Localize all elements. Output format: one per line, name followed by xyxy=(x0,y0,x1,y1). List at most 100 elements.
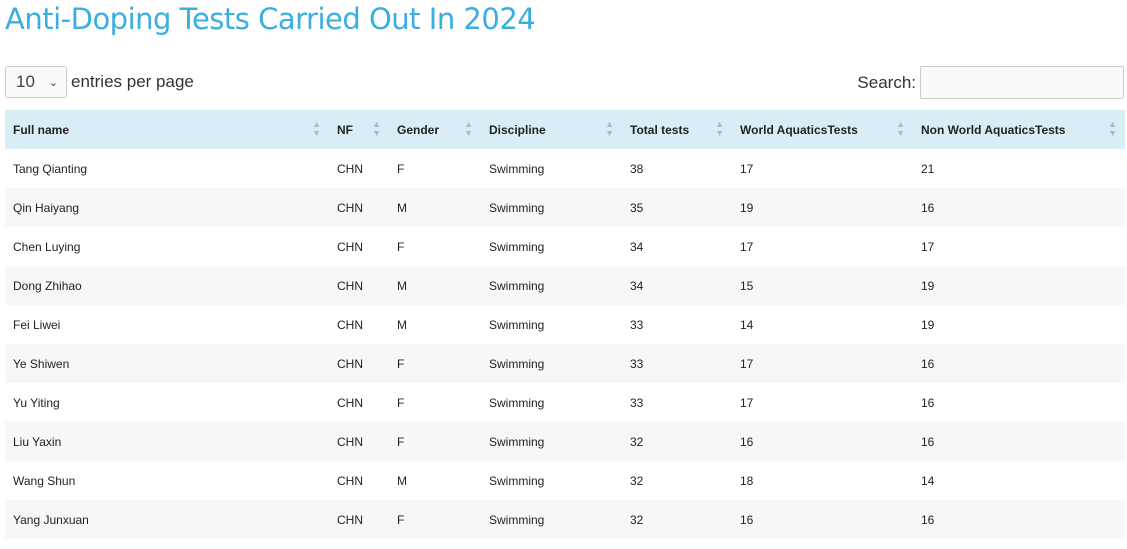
table-cell: CHN xyxy=(329,149,389,188)
sort-icon[interactable]: ▲ ▼ xyxy=(464,120,473,138)
entries-length-control: 10 ⌄ entries per page xyxy=(5,66,194,98)
table-cell: M xyxy=(389,266,481,305)
data-table: Full name ▲ ▼ NF ▲ ▼ Gender ▲ ▼ Discipline ▲ ▼ Total… xyxy=(5,110,1125,539)
table-cell: 32 xyxy=(622,422,732,461)
table-cell: 34 xyxy=(622,227,732,266)
column-header[interactable]: Full name ▲ ▼ xyxy=(5,110,329,149)
table-cell: Swimming xyxy=(481,149,622,188)
table-cell: 19 xyxy=(732,188,913,227)
table-cell: F xyxy=(389,500,481,539)
table-cell: 38 xyxy=(622,149,732,188)
table-cell: 18 xyxy=(732,461,913,500)
table-cell: Dong Zhihao xyxy=(5,266,329,305)
table-cell: Swimming xyxy=(481,422,622,461)
table-cell: 17 xyxy=(732,383,913,422)
sort-icon[interactable]: ▲ ▼ xyxy=(1108,120,1117,138)
table-cell: 16 xyxy=(732,422,913,461)
table-cell: CHN xyxy=(329,227,389,266)
table-cell: Swimming xyxy=(481,188,622,227)
table-cell: Swimming xyxy=(481,344,622,383)
table-row: Chen Luying CHN F Swimming 34 17 17 xyxy=(5,227,1125,266)
table-cell: F xyxy=(389,227,481,266)
table-cell: CHN xyxy=(329,344,389,383)
table-cell: 32 xyxy=(622,461,732,500)
table-cell: Swimming xyxy=(481,305,622,344)
table-cell: 16 xyxy=(913,383,1125,422)
column-header[interactable]: Gender ▲ ▼ xyxy=(389,110,481,149)
table-cell: Fei Liwei xyxy=(5,305,329,344)
table-cell: 32 xyxy=(622,500,732,539)
sort-icon[interactable]: ▲ ▼ xyxy=(896,120,905,138)
table-cell: 19 xyxy=(913,266,1125,305)
table-cell: F xyxy=(389,422,481,461)
table-cell: 16 xyxy=(913,500,1125,539)
table-cell: 33 xyxy=(622,344,732,383)
table-cell: 17 xyxy=(732,227,913,266)
table-cell: 33 xyxy=(622,383,732,422)
table-cell: Swimming xyxy=(481,461,622,500)
column-header[interactable]: Discipline ▲ ▼ xyxy=(481,110,622,149)
column-header[interactable]: Non World AquaticsTests ▲ ▼ xyxy=(913,110,1125,149)
search-control: Search: xyxy=(857,66,1124,99)
entries-label: entries per page xyxy=(71,72,194,91)
table-cell: CHN xyxy=(329,422,389,461)
table-cell: 16 xyxy=(913,188,1125,227)
column-header[interactable]: NF ▲ ▼ xyxy=(329,110,389,149)
table-cell: CHN xyxy=(329,266,389,305)
select-value: 10 xyxy=(16,72,35,91)
table-cell: 35 xyxy=(622,188,732,227)
table-cell: 17 xyxy=(732,149,913,188)
table-cell: CHN xyxy=(329,188,389,227)
column-header-label: NF xyxy=(337,122,353,137)
table-cell: Swimming xyxy=(481,383,622,422)
column-header[interactable]: World AquaticsTests ▲ ▼ xyxy=(732,110,913,149)
sort-icon[interactable]: ▲ ▼ xyxy=(312,120,321,138)
table-cell: M xyxy=(389,305,481,344)
column-header-label: World AquaticsTests xyxy=(740,122,858,137)
sort-icon[interactable]: ▲ ▼ xyxy=(715,120,724,138)
table-row: Ye Shiwen CHN F Swimming 33 17 16 xyxy=(5,344,1125,383)
table-cell: 17 xyxy=(913,227,1125,266)
table-cell: Swimming xyxy=(481,266,622,305)
table-cell: CHN xyxy=(329,461,389,500)
table-cell: Ye Shiwen xyxy=(5,344,329,383)
table-cell: 14 xyxy=(913,461,1125,500)
table-cell: 33 xyxy=(622,305,732,344)
table-cell: Tang Qianting xyxy=(5,149,329,188)
table-cell: Yang Junxuan xyxy=(5,500,329,539)
table-cell: Wang Shun xyxy=(5,461,329,500)
table-cell: 15 xyxy=(732,266,913,305)
table-cell: F xyxy=(389,383,481,422)
page-title: Anti-Doping Tests Carried Out In 2024 xyxy=(5,2,536,36)
table-cell: Chen Luying xyxy=(5,227,329,266)
table-row: Fei Liwei CHN M Swimming 33 14 19 xyxy=(5,305,1125,344)
table-cell: CHN xyxy=(329,305,389,344)
table-cell: 16 xyxy=(732,500,913,539)
table-row: Qin Haiyang CHN M Swimming 35 19 16 xyxy=(5,188,1125,227)
table-cell: F xyxy=(389,149,481,188)
column-header-label: Gender xyxy=(397,122,440,137)
table-cell: 34 xyxy=(622,266,732,305)
search-label: Search: xyxy=(857,72,916,92)
table-cell: F xyxy=(389,344,481,383)
table-cell: CHN xyxy=(329,383,389,422)
table-cell: Yu Yiting xyxy=(5,383,329,422)
table-cell: 21 xyxy=(913,149,1125,188)
table-row: Wang Shun CHN M Swimming 32 18 14 xyxy=(5,461,1125,500)
entries-per-page-select[interactable]: 10 ⌄ xyxy=(5,66,67,98)
table-row: Yu Yiting CHN F Swimming 33 17 16 xyxy=(5,383,1125,422)
column-header-label: Total tests xyxy=(630,122,690,137)
table-cell: M xyxy=(389,188,481,227)
chevron-down-icon: ⌄ xyxy=(48,76,58,89)
column-header-label: Full name xyxy=(13,122,70,137)
table-cell: 16 xyxy=(913,422,1125,461)
sort-icon[interactable]: ▲ ▼ xyxy=(605,120,614,138)
search-input[interactable] xyxy=(920,66,1124,99)
table-cell: Swimming xyxy=(481,227,622,266)
table-row: Dong Zhihao CHN M Swimming 34 15 19 xyxy=(5,266,1125,305)
table-cell: CHN xyxy=(329,500,389,539)
sort-icon[interactable]: ▲ ▼ xyxy=(372,120,381,138)
column-header[interactable]: Total tests ▲ ▼ xyxy=(622,110,732,149)
table-row: Liu Yaxin CHN F Swimming 32 16 16 xyxy=(5,422,1125,461)
table-cell: 16 xyxy=(913,344,1125,383)
